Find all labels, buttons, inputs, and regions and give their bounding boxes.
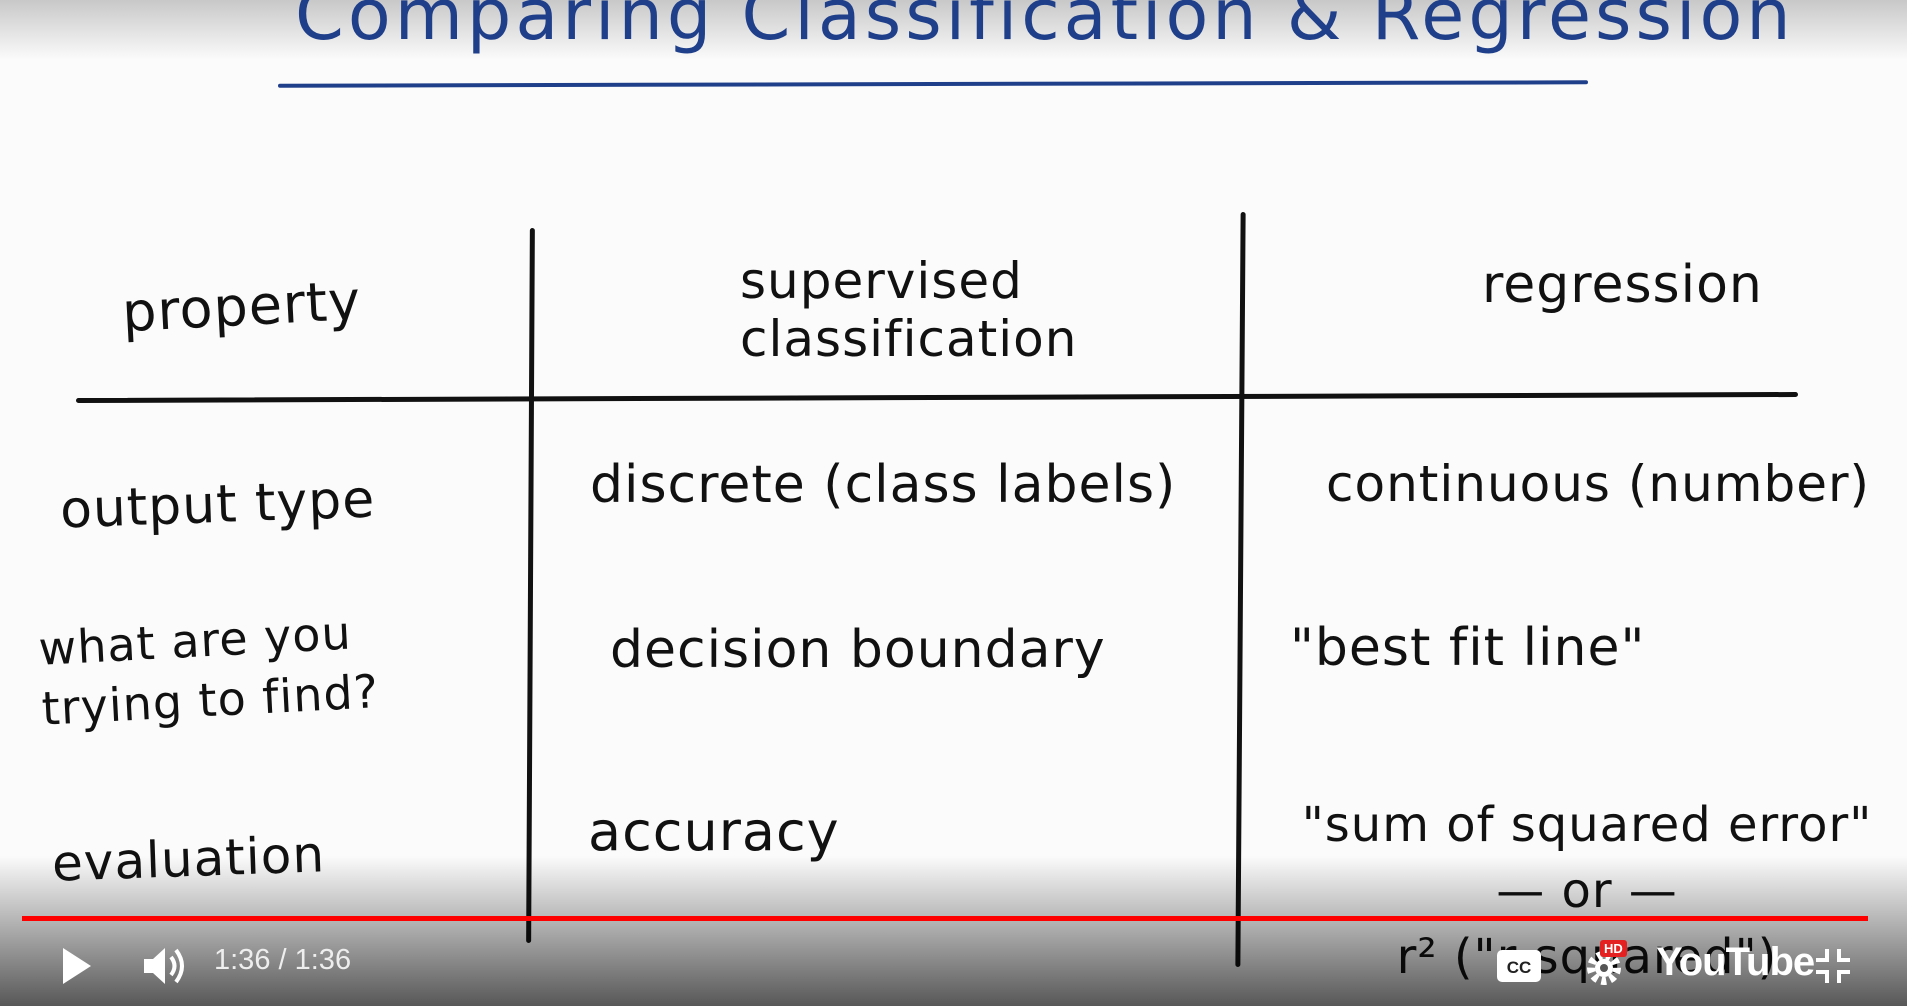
time-separator: / <box>270 944 295 976</box>
row-output-type-classification: discrete (class labels) <box>590 455 1177 515</box>
row-evaluation-classification: accuracy <box>588 800 840 863</box>
row-evaluation-property: evaluation <box>51 825 326 893</box>
header-property: property <box>120 268 363 345</box>
row-find-property: what are you trying to find? <box>37 605 381 736</box>
progress-bar-played <box>22 916 1868 921</box>
hd-badge: HD <box>1600 940 1627 957</box>
time-current: 1:36 <box>214 944 271 976</box>
table-column-divider-1 <box>526 227 535 944</box>
row-find-classification: decision boundary <box>610 620 1106 680</box>
header-regression: regression <box>1482 255 1763 315</box>
table-column-divider-2 <box>1235 211 1246 968</box>
exit-fullscreen-icon <box>1816 949 1850 983</box>
volume-button[interactable] <box>138 940 194 992</box>
time-display: 1:36 / 1:36 <box>214 944 351 977</box>
title-underline <box>277 80 1589 88</box>
svg-text:CC: CC <box>1507 958 1532 977</box>
video-title-handwritten: Comparing Classification & Regression <box>295 0 1795 56</box>
volume-icon <box>144 948 184 984</box>
row-output-type-property: output type <box>59 469 377 541</box>
header-supervised-classification: supervised classification <box>740 252 1078 368</box>
play-icon <box>63 948 91 984</box>
row-output-type-regression: continuous (number) <box>1326 455 1871 513</box>
time-total: 1:36 <box>294 944 352 976</box>
video-player[interactable]: Comparing Classification & Regression pr… <box>0 0 1907 1006</box>
table-header-rule <box>75 391 1799 404</box>
row-find-regression: "best fit line" <box>1290 618 1646 678</box>
youtube-logo[interactable]: YouTube <box>1656 940 1815 985</box>
cc-icon: CC <box>1497 950 1541 982</box>
settings-button[interactable]: HD <box>1580 940 1632 990</box>
captions-button[interactable]: CC <box>1494 946 1544 986</box>
progress-bar[interactable] <box>22 916 1868 921</box>
play-button[interactable] <box>50 940 102 992</box>
exit-fullscreen-button[interactable] <box>1808 942 1858 990</box>
